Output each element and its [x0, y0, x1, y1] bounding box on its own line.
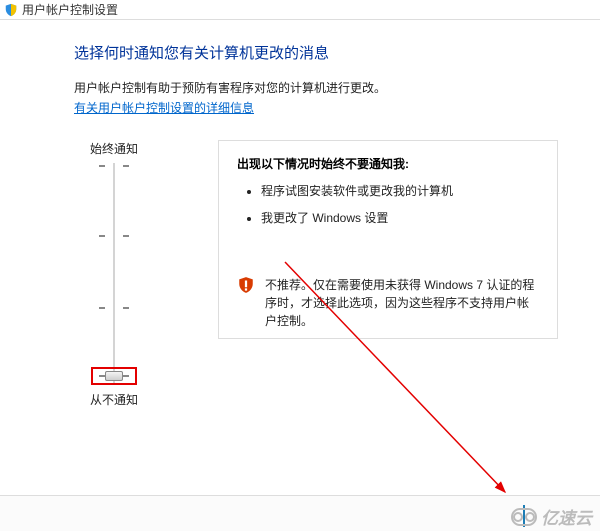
footer-bar — [0, 495, 600, 531]
annotation-highlight — [91, 367, 137, 385]
watermark-icon — [511, 508, 537, 526]
page-description: 用户帐户控制有助于预防有害程序对您的计算机进行更改。 — [74, 79, 600, 96]
info-title: 出现以下情况时始终不要通知我: — [237, 155, 539, 172]
page-title: 选择何时通知您有关计算机更改的消息 — [74, 42, 600, 63]
slider-label-always: 始终通知 — [74, 140, 154, 157]
list-item: 程序试图安装软件或更改我的计算机 — [261, 182, 539, 199]
slider-label-never: 从不通知 — [74, 391, 154, 408]
shield-icon — [4, 3, 18, 17]
title-bar: 用户帐户控制设置 — [0, 0, 600, 20]
help-link[interactable]: 有关用户帐户控制设置的详细信息 — [74, 101, 254, 115]
shield-warning-icon — [237, 276, 255, 294]
watermark: 亿速云 — [511, 504, 592, 529]
uac-slider[interactable] — [109, 163, 119, 383]
window-title: 用户帐户控制设置 — [22, 1, 118, 18]
content-area: 选择何时通知您有关计算机更改的消息 用户帐户控制有助于预防有害程序对您的计算机进… — [0, 20, 600, 495]
list-item: 我更改了 Windows 设置 — [261, 209, 539, 226]
watermark-text: 亿速云 — [541, 504, 592, 529]
info-panel: 出现以下情况时始终不要通知我: 程序试图安装软件或更改我的计算机 我更改了 Wi… — [218, 140, 558, 339]
info-list: 程序试图安装软件或更改我的计算机 我更改了 Windows 设置 — [245, 182, 539, 226]
warning-text: 不推荐。仅在需要使用未获得 Windows 7 认证的程序时，才选择此选项，因为… — [265, 276, 535, 330]
